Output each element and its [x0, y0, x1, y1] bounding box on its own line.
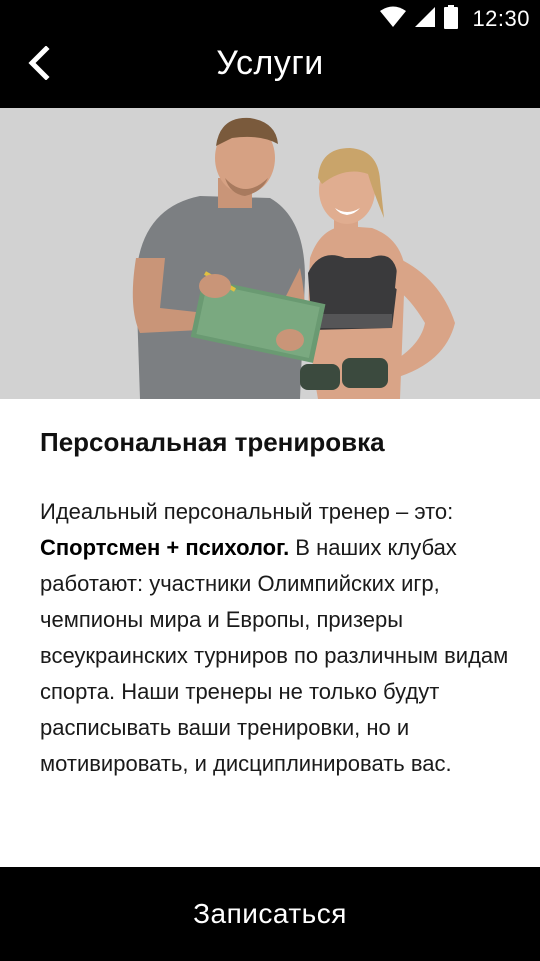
service-title: Персональная тренировка	[40, 427, 385, 457]
status-bar: 12:30	[0, 0, 540, 38]
app-header: Услуги	[0, 38, 540, 108]
signup-button[interactable]: Записаться	[0, 867, 540, 961]
description-body: В наших клубах работают: участники Олимп…	[40, 535, 509, 776]
service-description: Идеальный персональный тренер – это: Спо…	[40, 494, 510, 782]
services-screen: 12:30 Услуги Персональная тренировка Иде…	[0, 0, 540, 961]
battery-icon	[444, 4, 459, 34]
status-time: 12:30	[472, 6, 530, 31]
signal-icon	[414, 6, 436, 33]
description-highlight: Спортсмен + психолог.	[40, 535, 290, 560]
description-intro: Идеальный персональный тренер – это:	[40, 499, 454, 524]
status-icons: 12:30	[380, 4, 530, 34]
trainer-client-illustration	[0, 108, 540, 399]
page-title: Услуги	[216, 44, 324, 82]
wifi-icon	[380, 6, 407, 33]
top-bar: 12:30 Услуги	[0, 0, 540, 108]
hero-image	[0, 108, 540, 399]
service-content: Персональная тренировка Идеальный персон…	[40, 422, 510, 782]
